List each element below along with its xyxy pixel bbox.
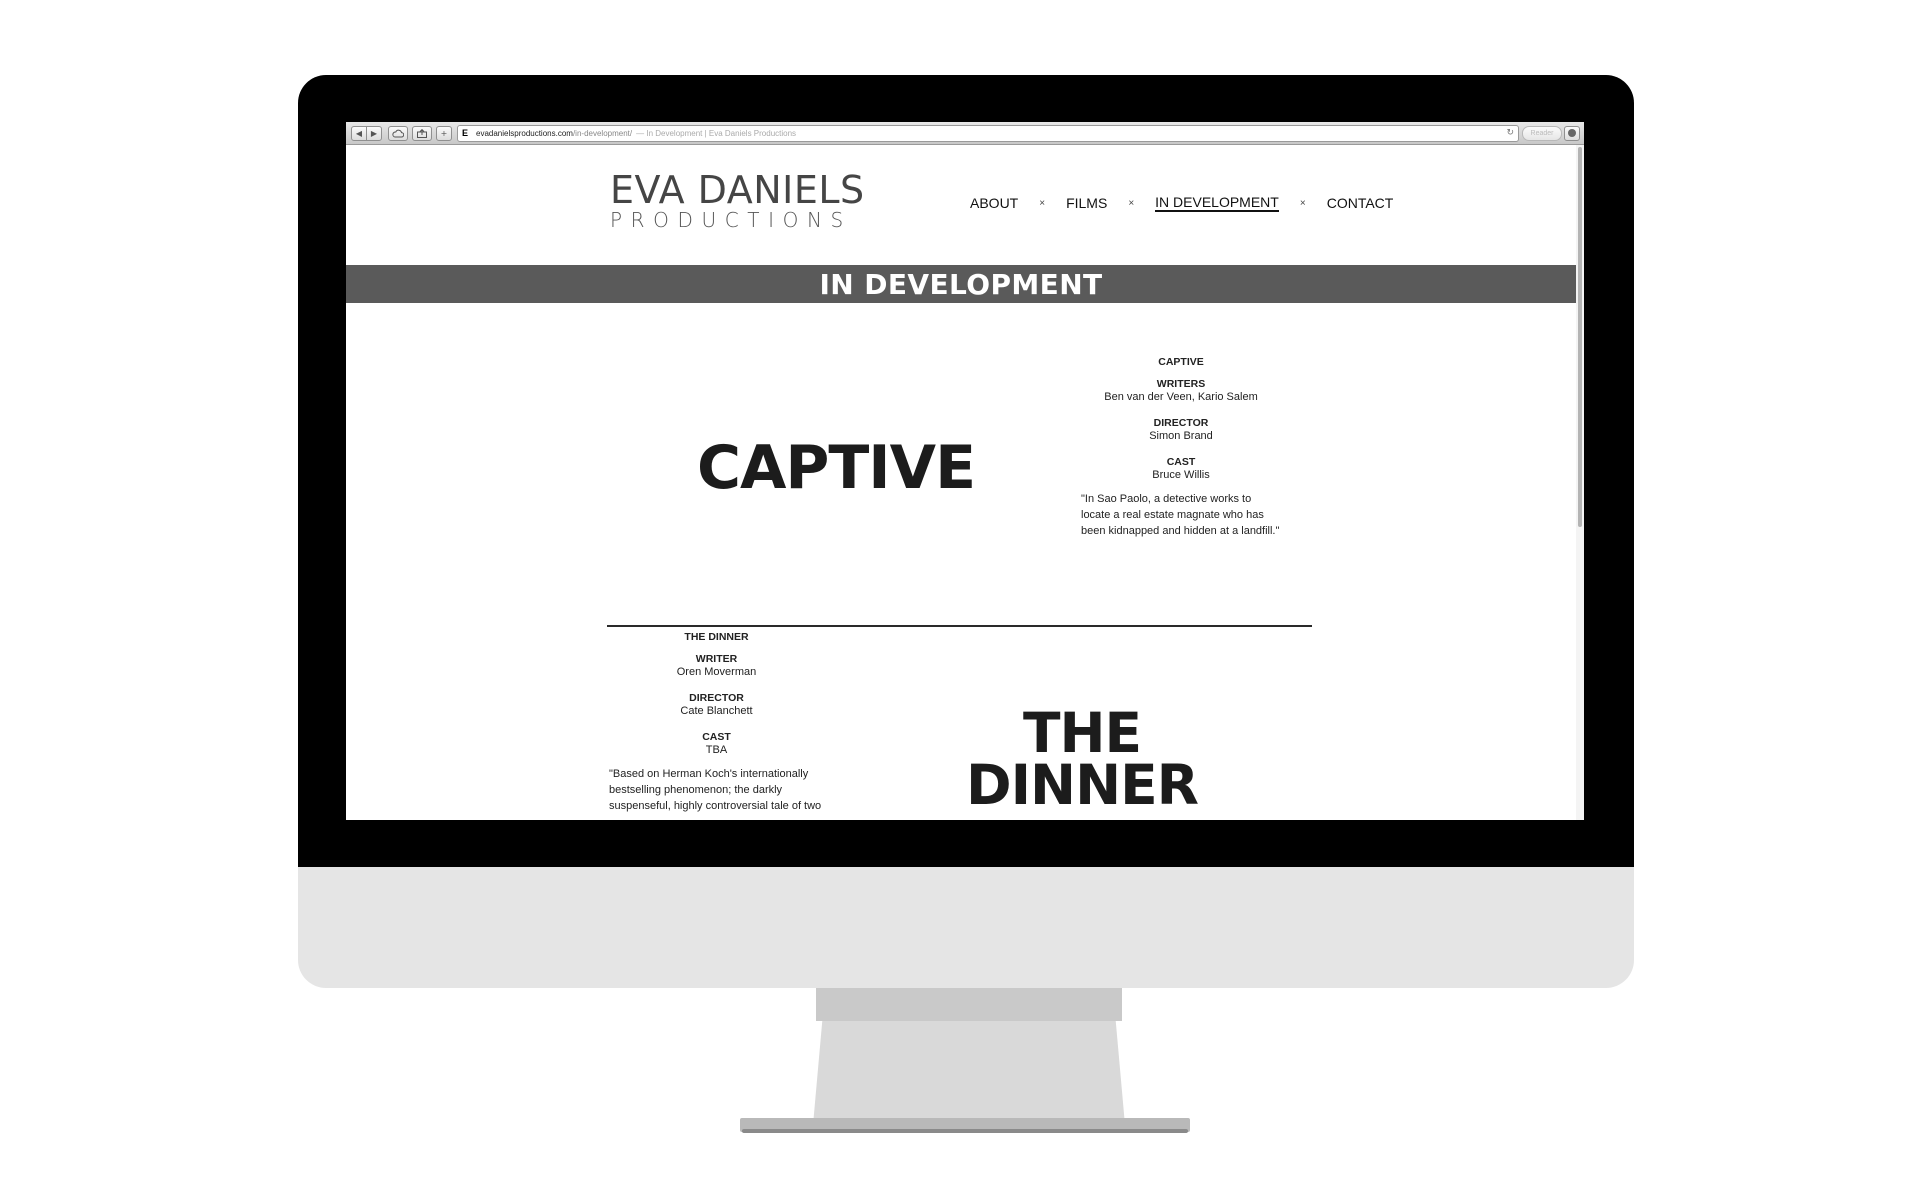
reader-button[interactable]: Reader [1522, 126, 1562, 141]
dinner-description: "Based on Herman Koch's internationally … [609, 768, 822, 812]
site-logo[interactable]: EVA DANIELS PRODUCTIONS [610, 170, 890, 231]
page-heading-band: IN DEVELOPMENT [346, 265, 1576, 303]
forward-arrow-icon: ▶ [370, 129, 378, 138]
dinner-credits: THE DINNER WRITER Oren Moverman DIRECTOR… [609, 631, 824, 814]
dinner-cast: TBA [705, 744, 728, 756]
dinner-cast-label: CAST [702, 731, 731, 743]
nav-films[interactable]: FILMS [1066, 195, 1107, 211]
captive-director-label: DIRECTOR [1153, 417, 1209, 429]
monitor-screen: ◀ ▶ + Eevadanielsproductions.com/in-deve… [346, 122, 1584, 820]
dinner-director-label: DIRECTOR [689, 692, 744, 704]
share-icon [417, 128, 427, 138]
monitor-stand-shadow [816, 985, 1122, 1021]
page-scrollbar[interactable] [1576, 145, 1584, 820]
dinner-big-title-line1[interactable]: THE [922, 706, 1242, 761]
nav-in-development[interactable]: IN DEVELOPMENT [1155, 194, 1279, 212]
captive-credits: CAPTIVE WRITERS Ben van der Veen, Kario … [1081, 356, 1281, 539]
url-path: /in-development/ [572, 129, 633, 138]
address-bar[interactable]: Eevadanielsproductions.com/in-developmen… [457, 125, 1519, 142]
nav-separator: × [1299, 197, 1306, 209]
cloud-icon [392, 129, 405, 138]
nav-contact[interactable]: CONTACT [1327, 195, 1394, 211]
logo-main-text: EVA DANIELS [610, 168, 865, 212]
nav-separator: × [1128, 197, 1135, 209]
browser-toolbar: ◀ ▶ + Eevadanielsproductions.com/in-deve… [346, 122, 1584, 145]
url-page-title: In Development | Eva Daniels Productions [646, 129, 797, 138]
main-nav: ABOUT × FILMS × IN DEVELOPMENT × CONTACT [970, 194, 1393, 212]
dinner-title: THE DINNER [684, 631, 749, 643]
downloads-icon[interactable] [1564, 126, 1580, 141]
dinner-writer-label: WRITER [695, 653, 738, 665]
captive-cast-label: CAST [1166, 456, 1196, 468]
nav-separator: × [1039, 197, 1046, 209]
forward-button[interactable]: ▶ [366, 126, 382, 141]
back-arrow-icon: ◀ [355, 129, 363, 138]
captive-writers-label: WRITERS [1156, 378, 1206, 390]
captive-director: Simon Brand [1149, 430, 1213, 442]
share-button[interactable] [412, 126, 432, 141]
dinner-writer: Oren Moverman [676, 666, 757, 678]
captive-big-title[interactable]: CAPTIVE [646, 435, 1026, 501]
add-bookmark-button[interactable]: + [436, 126, 452, 141]
url-domain: evadanielsproductions.com [476, 129, 573, 138]
captive-title: CAPTIVE [1158, 356, 1204, 368]
url-title-separator: — [636, 129, 645, 138]
dinner-director: Cate Blanchett [680, 705, 753, 717]
back-button[interactable]: ◀ [351, 126, 367, 141]
logo-sub-text: PRODUCTIONS [610, 208, 852, 232]
stage: ◀ ▶ + Eevadanielsproductions.com/in-deve… [0, 0, 1920, 1200]
film-divider [607, 625, 1312, 627]
captive-cast: Bruce Willis [1152, 469, 1210, 481]
captive-description: "In Sao Paolo, a detective works to loca… [1081, 493, 1280, 537]
monitor-chin [298, 860, 1634, 988]
captive-writers: Ben van der Veen, Kario Salem [1104, 391, 1258, 403]
icloud-tabs-button[interactable] [388, 126, 408, 141]
plus-icon: + [440, 129, 448, 138]
monitor-stand-base-shadow [742, 1129, 1188, 1133]
favicon-icon: E [462, 128, 469, 138]
dinner-big-title-line2[interactable]: DINNER [922, 758, 1242, 813]
reload-icon[interactable]: ↻ [1506, 126, 1514, 141]
page-title: IN DEVELOPMENT [819, 268, 1103, 301]
nav-about[interactable]: ABOUT [970, 195, 1018, 211]
page-content: EVA DANIELS PRODUCTIONS ABOUT × FILMS × … [346, 145, 1576, 820]
scrollbar-thumb[interactable] [1578, 147, 1582, 527]
